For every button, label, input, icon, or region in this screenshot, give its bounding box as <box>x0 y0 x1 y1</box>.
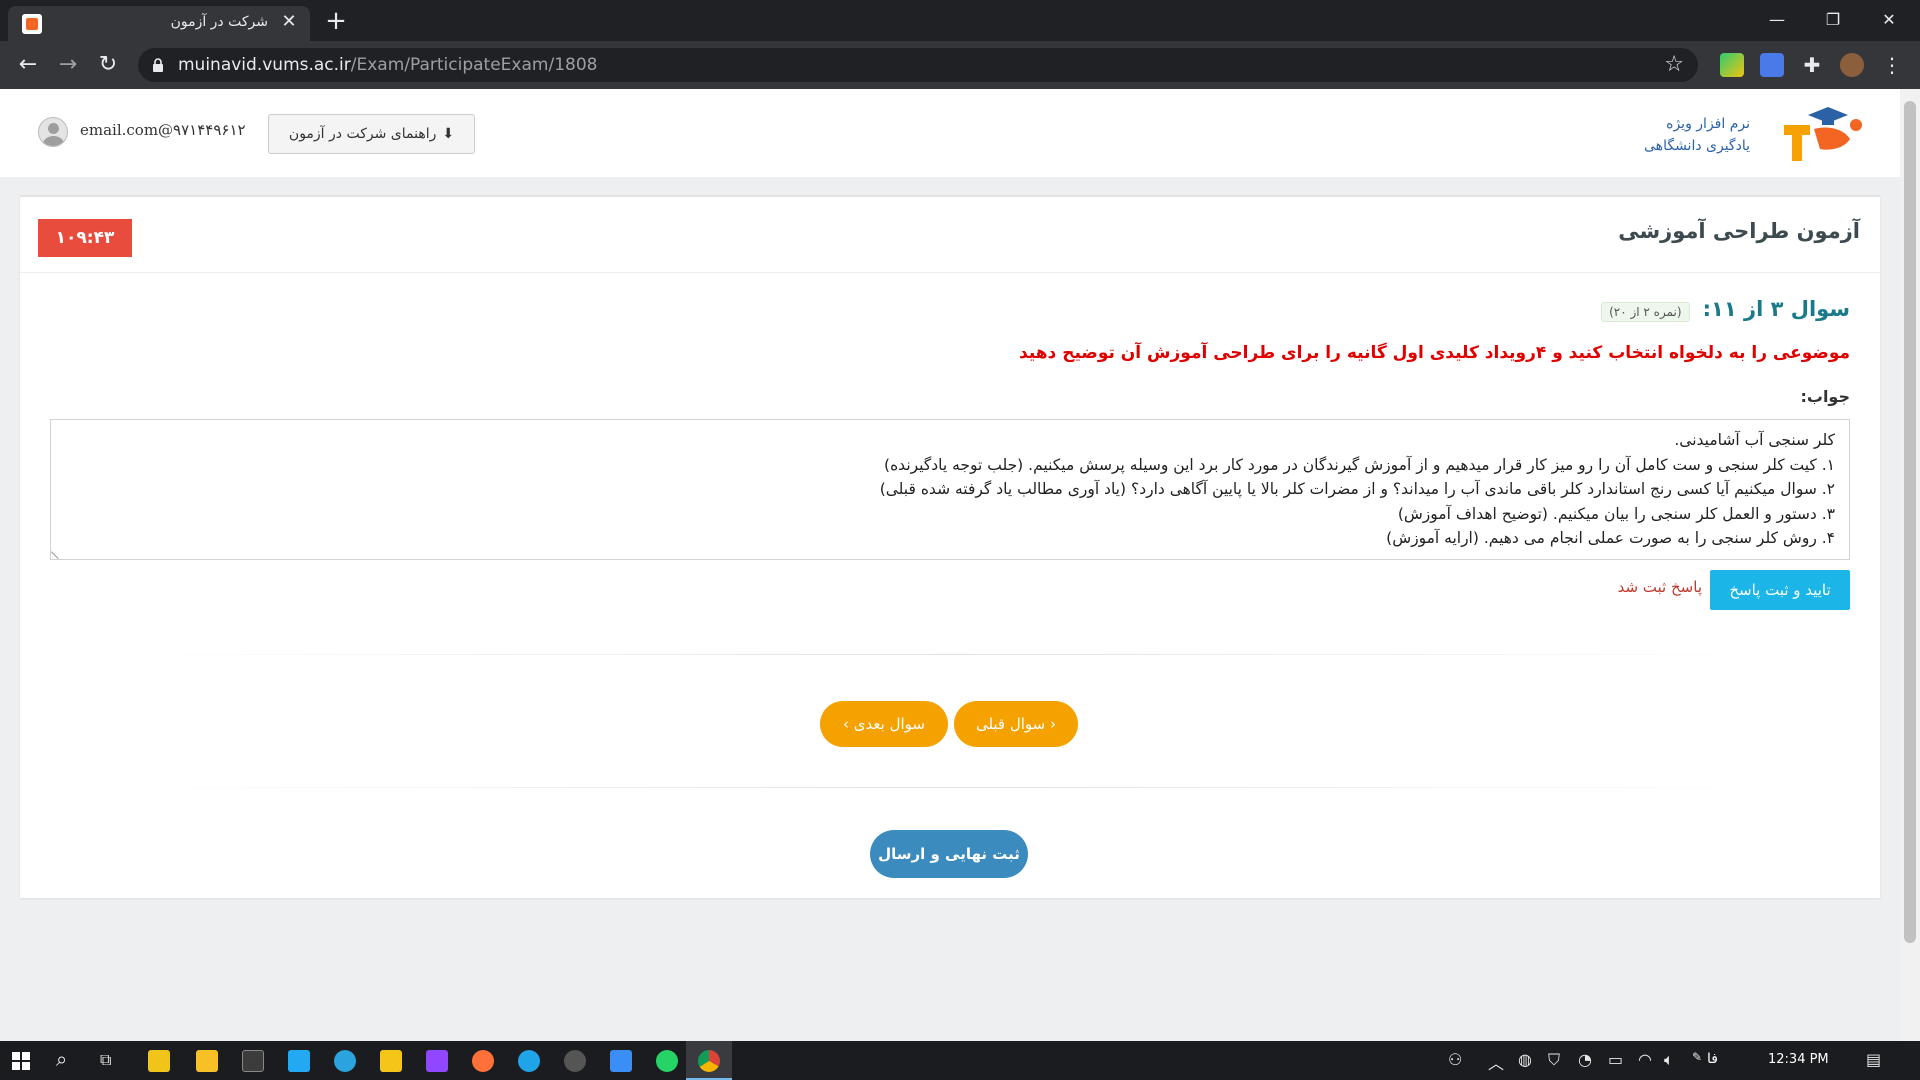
close-tab-icon[interactable]: ✕ <box>278 11 300 33</box>
submit-answer-button[interactable]: تایید و ثبت پاسخ <box>1710 570 1850 610</box>
pen-icon[interactable]: ✎ <box>1692 1050 1702 1064</box>
url-text: muinavid.vums.ac.ir/Exam/ParticipateExam… <box>178 55 598 75</box>
user-avatar-icon[interactable] <box>38 117 68 147</box>
exam-card: ۱۰۹:۴۳ آزمون طراحی آموزشی سوال ۳ از ۱۱: … <box>20 195 1880 898</box>
user-email: email.com@۹۷۱۴۴۹۶۱۲ <box>80 121 246 139</box>
twitch-icon[interactable] <box>426 1050 448 1072</box>
search-icon[interactable]: ⌕ <box>56 1047 67 1071</box>
answer-line: ۲. سوال میکنیم آیا کسی رنج استاندارد کلر… <box>879 480 1835 498</box>
address-bar[interactable]: muinavid.vums.ac.ir/Exam/ParticipateExam… <box>138 48 1698 82</box>
answer-line: ۳. دستور و العمل کلر سنجی را بیان میکنیم… <box>1397 504 1835 523</box>
browser-tab[interactable]: شرکت در آزمون ✕ <box>8 6 310 41</box>
question-score-badge: (نمره ۲ از ۲۰) <box>1601 301 1690 322</box>
file-explorer-icon[interactable] <box>196 1050 218 1072</box>
vpn-icon[interactable]: ⛉ <box>1548 1050 1560 1070</box>
restore-icon[interactable]: ❐ <box>1810 6 1856 34</box>
profile-avatar-icon[interactable] <box>1840 53 1864 77</box>
chevron-left-icon: › <box>843 715 850 733</box>
site-favicon-icon <box>22 14 42 34</box>
lock-icon <box>153 58 163 72</box>
browser-tabbar: شرکت در آزمون ✕ + — ❐ ✕ <box>0 0 1920 41</box>
answer-line: ۱. کیت کلر سنجی و ست کامل آن را رو میز ک… <box>884 455 1835 474</box>
forward-icon[interactable]: → <box>54 51 82 79</box>
site-logo-icon[interactable] <box>1770 103 1866 165</box>
chrome-taskbar-item[interactable] <box>686 1041 732 1080</box>
store-icon[interactable] <box>148 1050 170 1072</box>
minimize-icon[interactable]: — <box>1754 6 1800 34</box>
download-icon: ⬇ <box>442 126 455 142</box>
battery-icon[interactable]: ▭ <box>1608 1050 1623 1069</box>
back-icon[interactable]: ← <box>14 51 42 79</box>
telegram-icon[interactable] <box>334 1050 356 1072</box>
os-taskbar: ⌕ ⧉ ⚇ ︿ ◍ ⛉ ◔ ▭ ◠ 🔈︎ ✎ فا 12:34 PM ▤ <box>0 1041 1920 1080</box>
page-scrollbar[interactable] <box>1900 89 1920 1041</box>
site-header: email.com@۹۷۱۴۴۹۶۱۲ ⬇راهنمای شرکت در آزم… <box>0 89 1900 177</box>
keyboard-language[interactable]: فا <box>1707 1051 1718 1067</box>
steam-icon[interactable] <box>564 1050 586 1072</box>
windows-start-icon[interactable] <box>12 1052 30 1070</box>
clock[interactable]: 12:34 PM <box>1768 1052 1829 1067</box>
logo-text: نرم افزار ویژه یادگیری دانشگاهی <box>1644 116 1750 154</box>
close-window-icon[interactable]: ✕ <box>1866 6 1912 34</box>
wifi-icon[interactable]: ◠ <box>1638 1050 1652 1069</box>
menu-kebab-icon[interactable]: ⋮ <box>1880 53 1904 77</box>
chrome-icon <box>698 1050 720 1072</box>
exam-card-header: ۱۰۹:۴۳ آزمون طراحی آموزشی <box>20 197 1880 273</box>
question-number: سوال ۳ از ۱۱: <box>1702 297 1850 321</box>
page-viewport: email.com@۹۷۱۴۴۹۶۱۲ ⬇راهنمای شرکت در آزم… <box>0 89 1900 1041</box>
exam-guide-button[interactable]: ⬇راهنمای شرکت در آزمون <box>268 114 475 154</box>
sync-icon[interactable]: ◔ <box>1578 1050 1592 1069</box>
exam-title: آزمون طراحی آموزشی <box>1618 219 1860 243</box>
bookmark-star-icon[interactable]: ☆ <box>1664 52 1684 77</box>
puzzle-extensions-icon[interactable]: ✚ <box>1800 53 1824 77</box>
chevron-right-icon: ‹ <box>1050 715 1057 733</box>
resize-grip-icon[interactable] <box>50 544 66 560</box>
reload-icon[interactable]: ↻ <box>94 51 122 79</box>
volume-icon[interactable]: 🔈︎ <box>1664 1050 1674 1070</box>
show-hidden-icons-icon[interactable]: ︿ <box>1488 1050 1504 1074</box>
answer-textarea[interactable]: کلر سنجی آب آشامیدنی. ۱. کیت کلر سنجی و … <box>50 419 1850 560</box>
divider <box>120 654 1780 655</box>
people-icon[interactable]: ⚇ <box>1448 1050 1462 1069</box>
divider <box>120 787 1780 788</box>
next-question-button[interactable]: سوال بعدی › <box>820 701 948 747</box>
app-blue-icon[interactable] <box>610 1050 632 1072</box>
question-text: موضوعی را به دلخواه انتخاب کنید و ۴رویدا… <box>1019 343 1850 363</box>
answer-line: کلر سنجی آب آشامیدنی. <box>1674 431 1835 449</box>
firefox-icon[interactable] <box>472 1050 494 1072</box>
scrollbar-thumb[interactable] <box>1904 101 1916 943</box>
answer-label: جواب: <box>1800 387 1850 406</box>
question-header: سوال ۳ از ۱۱: (نمره ۲ از ۲۰) <box>1601 297 1850 322</box>
whatsapp-icon[interactable] <box>656 1050 678 1072</box>
app-yellow-icon[interactable] <box>380 1050 402 1072</box>
terminal-icon[interactable] <box>242 1050 264 1072</box>
tab-title: شرکت در آزمون <box>170 14 268 30</box>
steam-tray-icon[interactable]: ◍ <box>1518 1050 1532 1069</box>
vscode-icon[interactable] <box>288 1050 310 1072</box>
browser-toolbar: ← → ↻ muinavid.vums.ac.ir/Exam/Participa… <box>0 41 1920 89</box>
translate-icon[interactable] <box>1760 53 1784 77</box>
extension-icon[interactable] <box>1720 53 1744 77</box>
final-submit-button[interactable]: ثبت نهایی و ارسال <box>870 830 1028 878</box>
edge-icon[interactable] <box>518 1050 540 1072</box>
notifications-icon[interactable]: ▤ <box>1866 1050 1881 1069</box>
new-tab-icon[interactable]: + <box>322 8 350 36</box>
answer-saved-message: پاسخ ثبت شد <box>1617 578 1702 596</box>
answer-line: ۴. روش کلر سنجی را به صورت عملی انجام می… <box>1386 529 1835 547</box>
previous-question-button[interactable]: ‹ سوال قبلی <box>954 701 1078 747</box>
exam-timer: ۱۰۹:۴۳ <box>38 219 132 257</box>
task-view-icon[interactable]: ⧉ <box>100 1050 111 1070</box>
